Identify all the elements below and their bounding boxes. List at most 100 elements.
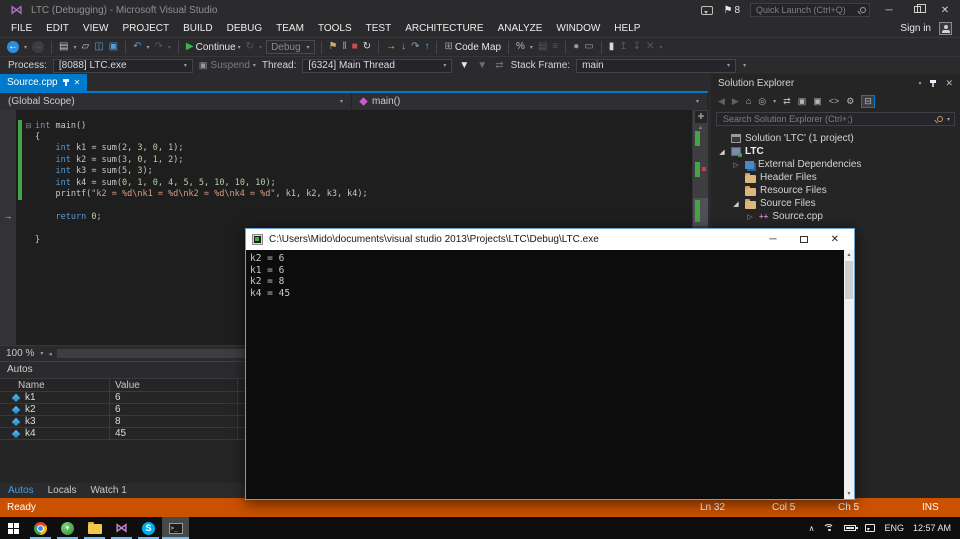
autos-col-name[interactable]: Name (0, 379, 110, 391)
menu-view[interactable]: VIEW (76, 23, 116, 34)
thread-combo[interactable]: [6324] Main Thread▾ (302, 59, 452, 73)
scroll-up-icon[interactable]: ▲ (844, 252, 854, 258)
undo-menu[interactable]: ▾ (146, 44, 149, 51)
minimize-button[interactable]: ─ (880, 5, 898, 16)
step-into-icon[interactable]: ↓ (400, 42, 407, 52)
autos-col-value[interactable]: Value (110, 379, 238, 391)
clear-bookmarks-icon[interactable]: ✕ (645, 42, 655, 52)
output-window-icon[interactable]: ≡ (551, 42, 559, 52)
console-scrollbar-thumb[interactable] (845, 261, 853, 299)
memory-window-icon[interactable]: ▤ (537, 42, 548, 52)
chrome-app[interactable] (27, 517, 54, 539)
menu-test[interactable]: TEST (359, 23, 399, 34)
solution-search-input[interactable] (721, 113, 933, 125)
diagnostics-icon[interactable]: % (515, 42, 526, 52)
navigate-back-icon[interactable]: ◀ (718, 97, 725, 106)
tree-expand-icon[interactable]: ▷ (745, 213, 755, 221)
navigate-forward-icon[interactable]: ▶ (732, 97, 739, 106)
column-indicator[interactable]: Col 5 (772, 498, 795, 517)
menu-architecture[interactable]: ARCHITECTURE (398, 23, 490, 34)
autos-value-cell[interactable]: 8 (110, 416, 238, 427)
toggle-bookmark-icon[interactable]: ▮ (608, 42, 616, 52)
console-window[interactable]: C:\Users\Mido\documents\visual studio 20… (245, 228, 855, 500)
notifications-icon[interactable] (865, 524, 875, 532)
continue-button[interactable]: ▶Continue▾ (185, 42, 242, 53)
undo-icon[interactable]: ↶ (132, 42, 142, 52)
step-over-icon[interactable]: ↷ (410, 42, 420, 52)
menu-project[interactable]: PROJECT (115, 23, 176, 34)
code-line[interactable]: int k3 = sum(5, 3); (0, 166, 692, 177)
view-code-icon[interactable]: <> (829, 97, 840, 106)
redo-icon[interactable]: ↷ (154, 42, 164, 52)
tool-tab-autos[interactable]: Autos (8, 485, 34, 496)
tree-expand-icon[interactable]: ▷ (731, 161, 741, 169)
file-explorer-app[interactable] (81, 517, 108, 539)
previous-bookmark-icon[interactable]: ↥ (618, 42, 628, 52)
restart-app-icon[interactable]: ↻ (245, 42, 255, 52)
window-position-icon[interactable]: ▾ (918, 80, 921, 87)
console-minimize-button[interactable]: ─ (770, 234, 777, 245)
member-dropdown[interactable]: main() ▾ (352, 93, 708, 110)
pending-changes-filter-icon[interactable]: ◎ (758, 97, 766, 106)
tool-tab-watch-1[interactable]: Watch 1 (90, 485, 126, 496)
code-line[interactable]: int k2 = sum(3, 0, 1, 2); (0, 154, 692, 165)
zoom-select[interactable]: 100 %▾ (6, 348, 43, 359)
preview-selected-items-icon[interactable]: ▣ (813, 97, 822, 106)
menu-window[interactable]: WINDOW (549, 23, 607, 34)
tree-expand-icon[interactable]: ◢ (731, 200, 741, 208)
scroll-left-icon[interactable]: ◂ (48, 350, 52, 358)
visual-studio-app[interactable]: ⋈ (108, 517, 135, 539)
scope-dropdown[interactable]: (Global Scope) ▾ (0, 93, 352, 110)
autos-value-cell[interactable]: 45 (110, 428, 238, 439)
break-all-icon[interactable]: ‖ (342, 42, 348, 52)
code-line[interactable]: → return 0; (0, 211, 692, 222)
menu-file[interactable]: FILE (4, 23, 39, 34)
navigate-backward-icon[interactable]: ← (6, 41, 20, 53)
code-line[interactable] (0, 200, 692, 211)
code-line[interactable]: printf("k2 = %d\nk1 = %d\nk2 = %d\nk4 = … (0, 188, 692, 199)
menu-team[interactable]: TEAM (269, 23, 311, 34)
download-manager-app[interactable]: ▾ (54, 517, 81, 539)
tab-close-icon[interactable]: ✕ (74, 78, 81, 87)
show-next-statement-icon[interactable]: → (385, 42, 397, 52)
clock[interactable]: 12:57 AM (913, 523, 951, 533)
toolbar-options-caret[interactable]: ▾ (743, 62, 746, 69)
tree-item-solution-ltc-1-project[interactable]: Solution 'LTC' (1 project) (711, 132, 960, 145)
autos-value-cell[interactable]: 6 (110, 404, 238, 415)
autos-value-cell[interactable]: 6 (110, 392, 238, 403)
tree-expand-icon[interactable]: ◢ (717, 148, 727, 156)
menu-help[interactable]: HELP (607, 23, 647, 34)
close-panel-icon[interactable]: ✕ (945, 78, 953, 89)
command-prompt-app[interactable]: >_ (162, 517, 189, 539)
flag-filter-button[interactable]: ▼ (476, 61, 488, 71)
navigate-forward-icon[interactable]: → (31, 41, 45, 53)
quick-launch-input[interactable] (754, 4, 860, 16)
menu-debug[interactable]: DEBUG (220, 23, 270, 34)
console-output[interactable]: k2 = 6k1 = 6k2 = 8k4 = 45 (246, 250, 844, 499)
step-out-icon[interactable]: ↑ (423, 42, 430, 52)
save-all-icon[interactable]: ▣ (108, 42, 119, 52)
save-icon[interactable]: ◫ (93, 42, 104, 52)
home-icon[interactable]: ⌂ (746, 97, 751, 106)
character-indicator[interactable]: Ch 5 (838, 498, 859, 517)
stack-frame-combo[interactable]: main▾ (576, 59, 736, 73)
user-avatar-icon[interactable] (939, 22, 952, 35)
language-indicator[interactable]: ENG (884, 523, 904, 533)
pin-icon[interactable] (65, 79, 67, 86)
console-scrollbar[interactable]: ▲ ▼ (844, 250, 854, 499)
suspend-threads-button[interactable]: ⇄ (494, 61, 504, 71)
flag-threads-button[interactable]: ▼ (458, 61, 470, 71)
code-line[interactable]: { (0, 131, 692, 142)
code-map-button[interactable]: ⊞Code Map (443, 42, 502, 53)
tree-item-resource-files[interactable]: Resource Files (711, 184, 960, 197)
tab-source-cpp[interactable]: Source.cpp ✕ (0, 74, 87, 91)
insert-mode-indicator[interactable]: INS (922, 498, 939, 517)
autos-name-cell[interactable]: k1 (0, 392, 110, 403)
solution-explorer-search[interactable]: ▾ (716, 112, 955, 126)
debug-config-select[interactable]: Debug▾ (266, 40, 314, 54)
console-title-bar[interactable]: C:\Users\Mido\documents\visual studio 20… (246, 229, 854, 250)
autos-name-cell[interactable]: k2 (0, 404, 110, 415)
breakpoints-window-icon[interactable]: ● (572, 42, 580, 52)
skype-app[interactable]: S (135, 517, 162, 539)
code-line[interactable]: int k4 = sum(0, 1, 0, 4, 5, 5, 10, 10, 1… (0, 177, 692, 188)
